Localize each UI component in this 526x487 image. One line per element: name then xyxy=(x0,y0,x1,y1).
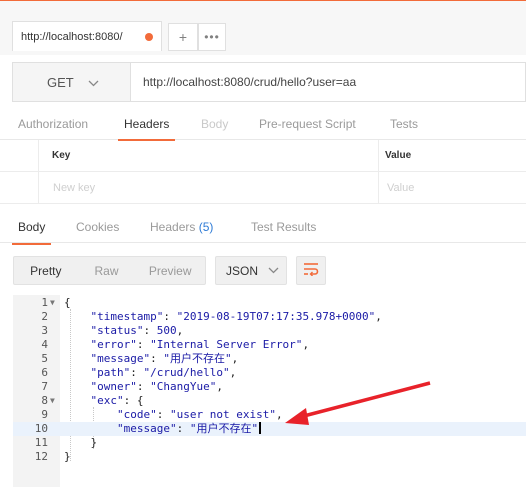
code-text: "message": "用户不存在", xyxy=(90,352,239,365)
method-select[interactable]: GET xyxy=(13,63,131,101)
code-text: "error": "Internal Server Error", xyxy=(90,338,310,351)
json-value: "user not exist" xyxy=(169,408,276,421)
url-input[interactable]: http://localhost:8080/crud/hello?user=aa xyxy=(131,63,356,101)
code-line: 11 } xyxy=(13,436,526,450)
line-number: 5 xyxy=(41,352,48,365)
pretty-button[interactable]: Pretty xyxy=(14,257,78,284)
method-label: GET xyxy=(47,74,74,90)
fold-arrow-icon[interactable]: ▼ xyxy=(50,296,55,310)
unsaved-dot-icon xyxy=(145,33,153,41)
line-number: 11 xyxy=(34,436,48,449)
json-key: "error" xyxy=(90,338,137,351)
json-key: "status" xyxy=(90,324,144,337)
code-line: 6 "path": "/crud/hello", xyxy=(13,366,526,380)
code-text: "code": "user not exist", xyxy=(116,408,283,421)
json-key: "code" xyxy=(116,408,157,421)
tab-cookies[interactable]: Cookies xyxy=(76,220,119,234)
request-tab-strip: http://localhost:8080/ + ••• xyxy=(0,0,526,55)
line-number: 1 xyxy=(41,296,48,309)
wrap-lines-button[interactable] xyxy=(296,256,326,285)
code-text: "message": "用户不存在" xyxy=(64,422,262,436)
headers-table: Key Value New key Value xyxy=(0,140,526,204)
preview-button[interactable]: Preview xyxy=(135,257,205,284)
chevron-down-icon xyxy=(88,75,99,90)
new-tab-button[interactable]: + xyxy=(168,23,198,51)
response-body-editor[interactable]: 1 ▼ { 2 "timestamp": "2019-08-19T07:17:3… xyxy=(13,295,526,487)
line-number: 7 xyxy=(41,380,48,393)
json-value: 500 xyxy=(156,324,177,337)
code-text: } xyxy=(64,450,71,463)
json-value: "用户不存在" xyxy=(163,352,232,365)
request-tab-label: http://localhost:8080/ xyxy=(21,30,123,43)
line-number: 3 xyxy=(41,324,48,337)
code-text: "path": "/crud/hello", xyxy=(90,366,237,379)
line-number: 6 xyxy=(41,366,48,379)
code-line: 3 "status": 500, xyxy=(13,324,526,338)
tab-headers[interactable]: Headers xyxy=(117,117,176,141)
wrap-lines-icon xyxy=(302,262,320,279)
json-key: "message" xyxy=(116,422,177,435)
code-line: 2 "timestamp": "2019-08-19T07:17:35.978+… xyxy=(13,310,526,324)
new-key-input[interactable]: New key xyxy=(53,182,95,194)
json-key: "exc" xyxy=(90,394,124,407)
url-bar: GET http://localhost:8080/crud/hello?use… xyxy=(12,62,526,102)
code-line: 8 ▼ "exc": { xyxy=(13,394,526,408)
tab-response-body[interactable]: Body xyxy=(11,220,52,245)
code-text: { xyxy=(64,296,71,309)
tab-test-results[interactable]: Test Results xyxy=(251,220,316,234)
code-line: 4 "error": "Internal Server Error", xyxy=(13,338,526,352)
headers-count-badge: (5) xyxy=(198,220,214,234)
table-header-row xyxy=(0,140,526,172)
json-value: "ChangYue" xyxy=(150,380,217,393)
column-divider xyxy=(38,140,39,204)
code-line: 5 "message": "用户不存在", xyxy=(13,352,526,366)
request-tabs: Authorization Headers Body Pre-request S… xyxy=(0,112,526,141)
code-line: 12 } xyxy=(13,450,526,464)
json-value: "Internal Server Error" xyxy=(150,338,303,351)
new-value-input[interactable]: Value xyxy=(387,182,414,194)
key-column-header: Key xyxy=(52,150,71,161)
json-key: "owner" xyxy=(90,380,137,393)
code-line: 1 ▼ { xyxy=(13,296,526,310)
raw-button[interactable]: Raw xyxy=(78,257,136,284)
json-value: "用户不存在" xyxy=(189,422,259,435)
json-value: "/crud/hello" xyxy=(143,366,230,379)
code-line-current: 10 "message": "用户不存在" xyxy=(13,422,526,436)
value-column-header: Value xyxy=(385,150,412,161)
json-key: "timestamp" xyxy=(90,310,164,323)
line-number: 8 xyxy=(41,394,48,407)
format-select[interactable]: JSON xyxy=(215,256,287,285)
code-line: 7 "owner": "ChangYue", xyxy=(13,380,526,394)
code-text: } xyxy=(64,436,98,449)
tab-authorization[interactable]: Authorization xyxy=(18,117,88,131)
code-text: "exc": { xyxy=(90,394,144,407)
response-headers-label: Headers xyxy=(150,220,196,234)
divider xyxy=(0,242,526,243)
format-label: JSON xyxy=(226,263,259,278)
tab-response-headers[interactable]: Headers (5) xyxy=(150,220,213,234)
code-text: "timestamp": "2019-08-19T07:17:35.978+00… xyxy=(90,310,382,323)
code-text: "status": 500, xyxy=(90,324,184,337)
view-mode-group: Pretty Raw Preview xyxy=(13,256,206,285)
tab-tests[interactable]: Tests xyxy=(390,117,418,131)
tab-pre-request-script[interactable]: Pre-request Script xyxy=(259,117,356,131)
postman-window: http://localhost:8080/ + ••• GET http://… xyxy=(0,0,526,487)
json-key: "path" xyxy=(90,366,131,379)
line-number: 9 xyxy=(41,408,48,421)
line-number: 12 xyxy=(34,450,48,463)
code-text: "owner": "ChangYue", xyxy=(90,380,223,393)
request-tab[interactable]: http://localhost:8080/ xyxy=(12,21,162,51)
line-number: 4 xyxy=(41,338,48,351)
line-number: 2 xyxy=(41,310,48,323)
json-value: "2019-08-19T07:17:35.978+0000" xyxy=(176,310,376,323)
chevron-down-icon xyxy=(268,265,279,277)
more-tabs-button[interactable]: ••• xyxy=(198,23,226,51)
text-cursor xyxy=(259,422,262,434)
column-divider xyxy=(378,140,379,204)
line-number: 10 xyxy=(34,422,48,435)
json-key: "message" xyxy=(90,352,151,365)
fold-arrow-icon[interactable]: ▼ xyxy=(50,394,55,408)
code-line: 9 "code": "user not exist", xyxy=(13,408,526,422)
tab-body[interactable]: Body xyxy=(201,117,228,131)
